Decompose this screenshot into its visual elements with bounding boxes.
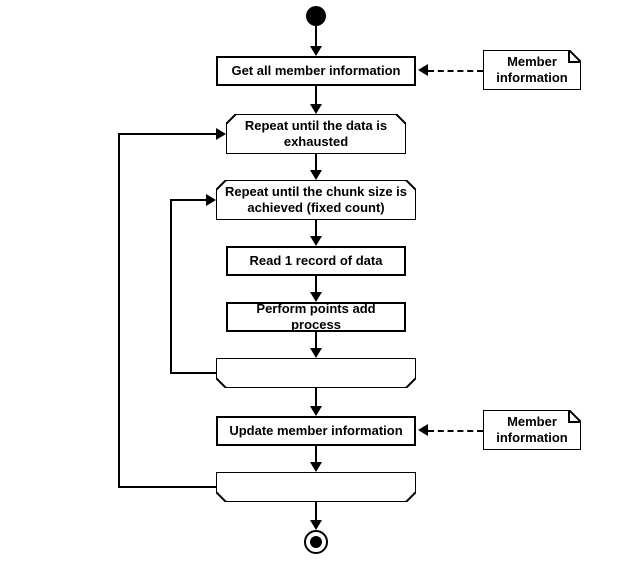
label: Get all member information <box>231 63 400 79</box>
arrowhead <box>206 194 216 206</box>
label: Update member information <box>229 423 402 439</box>
inner-loop-end <box>216 358 416 388</box>
arrowhead <box>310 104 322 114</box>
edge <box>118 133 120 488</box>
inner-loop-header: Repeat until the chunk size is achieved … <box>216 180 416 220</box>
edge <box>170 372 216 374</box>
arrowhead <box>310 406 322 416</box>
note-text: Member information <box>496 414 568 445</box>
edge <box>315 86 317 106</box>
edge <box>170 199 172 374</box>
perform-points-add: Perform points add process <box>226 302 406 332</box>
note-text: Member information <box>496 54 568 85</box>
arrowhead <box>310 236 322 246</box>
label: Read 1 record of data <box>250 253 383 269</box>
note-member-info-2: Member information <box>483 410 581 450</box>
edge <box>170 199 206 201</box>
label: Repeat until the chunk size is achieved … <box>225 184 407 215</box>
arrowhead <box>310 520 322 530</box>
label: Perform points add process <box>236 301 396 332</box>
arrowhead <box>418 64 428 76</box>
edge <box>118 486 216 488</box>
arrowhead <box>216 128 226 140</box>
arrowhead <box>310 170 322 180</box>
start-node <box>306 6 326 26</box>
arrowhead <box>310 462 322 472</box>
arrowhead <box>310 46 322 56</box>
arrowhead <box>418 424 428 436</box>
edge <box>315 502 317 522</box>
arrowhead <box>310 348 322 358</box>
edge <box>315 388 317 408</box>
outer-loop-header: Repeat until the data is exhausted <box>226 114 406 154</box>
flow-diagram: Get all member information Member inform… <box>0 0 623 561</box>
update-member-info: Update member information <box>216 416 416 446</box>
end-node <box>304 530 328 554</box>
edge <box>118 133 216 135</box>
get-all-member-info: Get all member information <box>216 56 416 86</box>
dashed-edge <box>428 430 483 432</box>
read-one-record: Read 1 record of data <box>226 246 406 276</box>
dashed-edge <box>428 70 483 72</box>
outer-loop-end <box>216 472 416 502</box>
edge <box>315 26 317 48</box>
label: Repeat until the data is exhausted <box>245 118 387 149</box>
note-member-info-1: Member information <box>483 50 581 90</box>
